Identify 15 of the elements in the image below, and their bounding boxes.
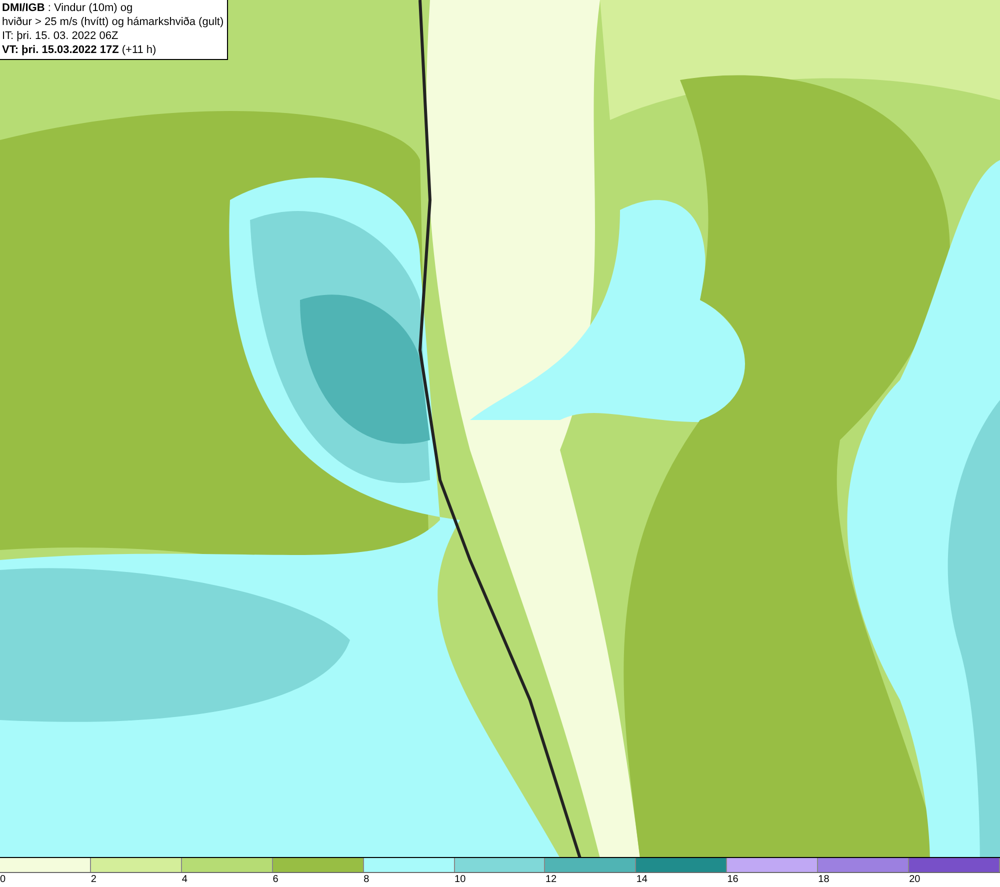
header-text: DMI/IGB : Vindur (10m) og	[2, 1, 134, 15]
legend-label: 14	[636, 873, 648, 886]
header-text: hviður > 25 m/s (hvítt) og hámarkshviða (gult)	[2, 15, 224, 29]
legend-label: 16	[727, 873, 738, 886]
legend-label: 18	[818, 873, 830, 886]
legend-label: 0	[0, 873, 6, 886]
legend-label: 2	[90, 873, 96, 886]
legend-label: 6	[272, 873, 278, 886]
legend-label: 12	[545, 873, 557, 886]
legend-label: 4	[182, 873, 188, 886]
legend-label: 8	[364, 873, 370, 886]
legend-label: 20	[909, 873, 920, 886]
header-text: VT: þri. 15.03.2022 17Z (+11 h)	[2, 43, 158, 57]
legend-label: 10	[454, 873, 466, 886]
header-text: IT: þri. 15. 03. 2022 06Z	[2, 29, 120, 43]
